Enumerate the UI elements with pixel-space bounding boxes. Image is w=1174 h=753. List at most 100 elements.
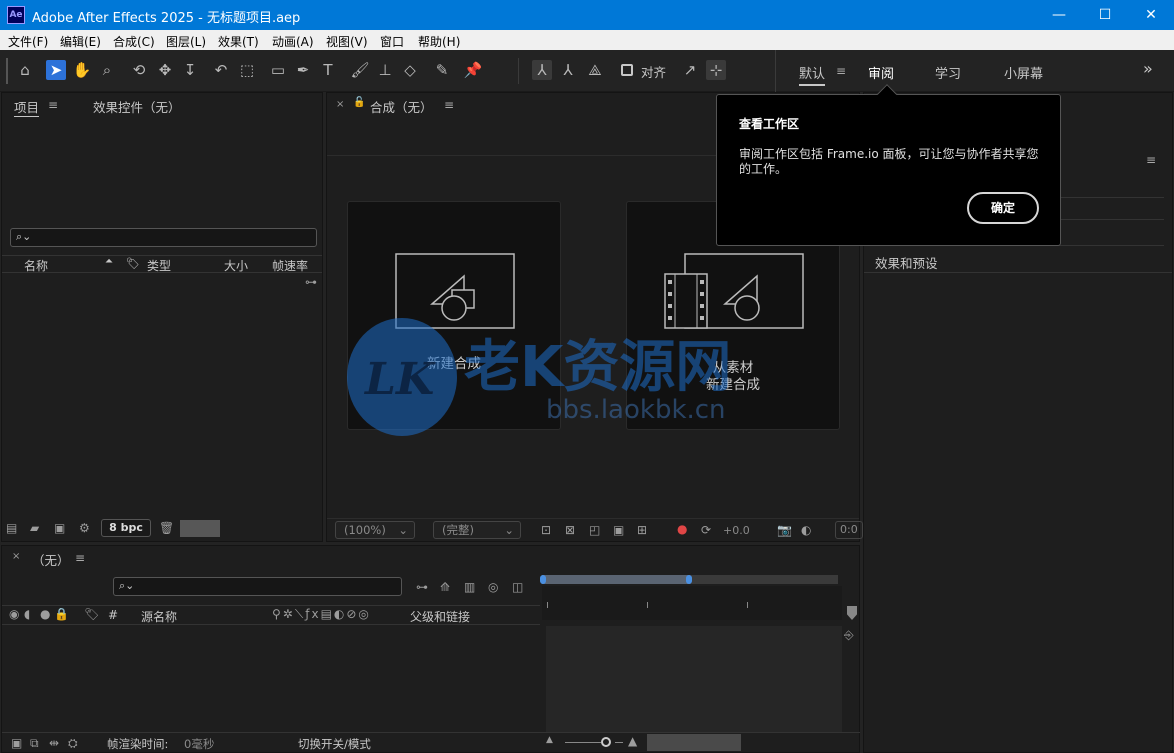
layer-track-area[interactable]	[546, 626, 842, 732]
menu-file[interactable]: 文件(F)	[8, 33, 48, 50]
work-area-end-handle[interactable]	[686, 575, 692, 584]
transparency-grid-icon[interactable]: ⊠	[565, 523, 575, 537]
project-settings-icon[interactable]: ⚙	[79, 521, 90, 535]
ok-button[interactable]: 确定	[967, 192, 1039, 224]
snap-checkbox[interactable]	[621, 64, 633, 76]
render-time-toggle-icon[interactable]: ▣	[11, 736, 22, 750]
local-axis-icon[interactable]: ⅄	[532, 60, 552, 80]
comp-panel-menu-icon[interactable]: ≡	[444, 98, 454, 112]
rectangle-tool-icon[interactable]: ▭	[268, 60, 288, 80]
workspace-tab-small-screen[interactable]: 小屏幕	[1004, 63, 1043, 82]
zoom-slider-thumb[interactable]	[601, 737, 611, 747]
comp-end-marker[interactable]	[847, 606, 857, 620]
fast-previews-icon[interactable]: ⊡	[541, 523, 551, 537]
stretch-toggle-icon[interactable]: ⇹	[49, 736, 59, 750]
zoom-slider-track[interactable]	[565, 742, 601, 743]
tab-effect-controls[interactable]: 效果控件（无）	[93, 97, 181, 116]
trash-icon[interactable]: 🗑	[159, 521, 174, 535]
color-management-icon[interactable]: ⟳	[701, 523, 711, 537]
hand-tool-icon[interactable]: ✋	[72, 60, 92, 80]
zoom-in-mountain-icon[interactable]: ▲	[628, 734, 637, 748]
view-axis-icon[interactable]: ⟁	[585, 60, 605, 80]
toggle-switches-modes-button[interactable]: 切换开关/模式	[298, 736, 371, 752]
new-folder-icon[interactable]: ▰	[30, 521, 39, 535]
maximize-button[interactable]: ☐	[1082, 0, 1128, 30]
workspace-tab-review[interactable]: 审阅	[868, 63, 894, 82]
menu-window[interactable]: 窗口	[380, 33, 404, 50]
bit-depth-button[interactable]: 8 bpc	[101, 519, 151, 537]
menu-animation[interactable]: 动画(A)	[272, 33, 314, 50]
mask-visibility-icon[interactable]: ▣	[613, 523, 624, 537]
minimize-button[interactable]: —	[1036, 0, 1082, 30]
work-area-bar[interactable]	[540, 575, 838, 584]
workspace-tab-learn[interactable]: 学习	[935, 63, 961, 82]
new-composition-icon[interactable]: ▣	[54, 521, 65, 535]
timeline-search-input[interactable]: ⌕⌄	[113, 577, 402, 596]
menu-composition[interactable]: 合成(C)	[113, 33, 155, 50]
color-channels-icon[interactable]: ●	[677, 522, 687, 536]
snapshot-camera-icon[interactable]: 📷	[777, 523, 792, 537]
label-tag-icon[interactable]: 🏷	[126, 257, 140, 270]
close-tab-icon[interactable]: ×	[12, 551, 20, 562]
interpret-footage-icon[interactable]: ▤	[6, 521, 17, 535]
dolly-camera-icon[interactable]: ↧	[180, 60, 200, 80]
transfer-controls-icon[interactable]: ⛭	[68, 736, 78, 751]
menu-help[interactable]: 帮助(H)	[418, 33, 460, 50]
snap-feature-icon[interactable]: ↗	[680, 60, 700, 80]
solo-dot-icon[interactable]: ●	[40, 607, 50, 621]
audio-speaker-icon[interactable]: ◖	[24, 607, 30, 621]
workspace-overflow-icon[interactable]: »	[1143, 59, 1153, 78]
project-panel-menu-icon[interactable]: ≡	[48, 98, 58, 112]
timecode-field[interactable]: 0:0	[835, 521, 863, 539]
effects-presets-header[interactable]: 效果和预设	[875, 253, 938, 272]
guides-icon[interactable]: ⊞	[637, 523, 647, 537]
pan-camera-icon[interactable]: ✥	[155, 60, 175, 80]
composition-flowchart-icon[interactable]: ⊶	[416, 580, 428, 594]
magnification-dropdown[interactable]: (100%) ⌄	[335, 521, 415, 539]
menu-view[interactable]: 视图(V)	[326, 33, 368, 50]
menu-edit[interactable]: 编辑(E)	[60, 33, 101, 50]
toolbar-grip[interactable]	[6, 58, 8, 84]
layer-switches-icons[interactable]: ⚲✲⟍ƒx▤◐⊘◎	[272, 607, 371, 622]
brush-tool-icon[interactable]: 🖌	[350, 60, 370, 80]
right-panel-menu-icon[interactable]: ≡	[1146, 153, 1156, 167]
menu-layer[interactable]: 图层(L)	[166, 33, 206, 50]
column-parent-link[interactable]: 父级和链接	[410, 608, 470, 625]
work-area-range[interactable]	[542, 575, 690, 584]
eraser-tool-icon[interactable]: ◇	[400, 60, 420, 80]
zoom-out-mountain-icon[interactable]: ▲	[546, 735, 553, 745]
puppet-pin-icon[interactable]: 📌	[463, 60, 483, 80]
column-frame-rate[interactable]: 帧速率	[272, 257, 308, 274]
menu-effect[interactable]: 效果(T)	[218, 33, 259, 50]
column-type[interactable]: 类型	[147, 257, 171, 274]
comp-button-icon[interactable]: ⎆	[844, 628, 854, 643]
snap-edges-icon[interactable]: ⊹	[706, 60, 726, 80]
workspace-tab-default[interactable]: 默认	[799, 63, 826, 86]
work-area-start-handle[interactable]	[540, 575, 546, 584]
lock-icon[interactable]: 🔒	[54, 607, 69, 621]
workspace-menu-icon[interactable]: ≡	[836, 64, 846, 78]
close-button[interactable]: ✕	[1128, 0, 1174, 30]
motion-blur-icon[interactable]: ◫	[512, 580, 523, 594]
close-tab-icon[interactable]: ×	[336, 99, 344, 110]
zoom-slider-track[interactable]	[615, 742, 623, 743]
in-out-toggle-icon[interactable]: ⧉	[30, 736, 39, 751]
time-ruler[interactable]	[542, 586, 842, 620]
lock-icon[interactable]: 🔓	[353, 97, 365, 108]
draft-3d-icon[interactable]: ⟰	[440, 580, 450, 594]
orbit-camera-icon[interactable]: ⟲	[129, 60, 149, 80]
resolution-dropdown[interactable]: (完整) ⌄	[433, 521, 521, 539]
pen-tool-icon[interactable]: ✒	[293, 60, 313, 80]
zoom-tool-icon[interactable]: ⌕	[97, 60, 117, 80]
column-name[interactable]: 名称	[24, 257, 48, 274]
tab-project[interactable]: 项目	[14, 97, 40, 117]
type-tool-icon[interactable]: T	[318, 60, 338, 80]
home-icon[interactable]: ⌂	[15, 60, 35, 80]
column-size[interactable]: 大小	[224, 257, 248, 274]
pan-behind-tool-icon[interactable]: ⬚	[237, 60, 257, 80]
column-source-name[interactable]: 源名称	[141, 608, 177, 625]
world-axis-icon[interactable]: ⅄	[558, 60, 578, 80]
selection-tool-icon[interactable]: ➤	[46, 60, 66, 80]
roto-brush-icon[interactable]: ✎	[432, 60, 452, 80]
timeline-scrollbar[interactable]	[647, 734, 741, 751]
